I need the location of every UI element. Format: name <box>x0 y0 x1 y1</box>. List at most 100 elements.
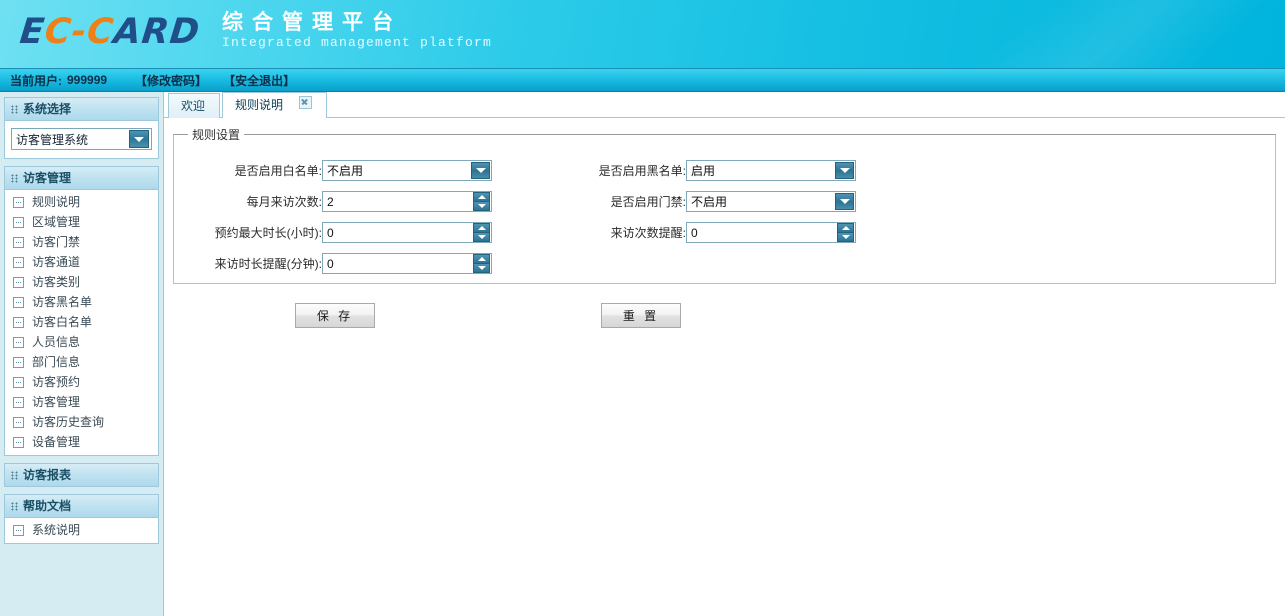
sidebar-item-device-management[interactable]: 设备管理 <box>5 432 158 452</box>
sidebar-item-rule-description[interactable]: 规则说明 <box>5 192 158 212</box>
visitor-management-nav-list: 规则说明 区域管理 访客门禁 访客通道 访客类别 访客黑名单 访客白名单 人员信… <box>5 190 158 455</box>
bullet-box-icon <box>13 336 24 348</box>
visitor-management-panel: 访客管理 规则说明 区域管理 访客门禁 访客通道 访客类别 访客黑名单 访客白名… <box>4 166 159 456</box>
content-area: 欢迎 规则说明 规则设置 是否启用白名单: 不启用 是否启用黑名单: 启用 每月… <box>164 92 1285 616</box>
input-visit-count-reminder-value: 0 <box>691 225 698 240</box>
sidebar-item-label: 访客类别 <box>32 275 81 289</box>
bullet-box-icon <box>13 376 24 388</box>
visitor-report-panel-title: 访客报表 <box>23 468 72 482</box>
grip-icon <box>11 104 18 114</box>
close-icon[interactable] <box>299 96 313 109</box>
select-enable-blacklist[interactable]: 启用 <box>686 160 856 181</box>
sidebar-item-label: 设备管理 <box>32 435 81 449</box>
sidebar-item-visitor-reservation[interactable]: 访客预约 <box>5 372 158 392</box>
select-enable-whitelist[interactable]: 不启用 <box>322 160 492 181</box>
form-row-monthly-visits-access: 每月来访次数: 2 是否启用门禁: 不启用 <box>184 186 1265 217</box>
current-user-label: 当前用户: <box>10 73 62 88</box>
form-row-whitelist-blacklist: 是否启用白名单: 不启用 是否启用黑名单: 启用 <box>184 155 1265 186</box>
help-document-panel-title: 帮助文档 <box>23 499 72 513</box>
spinner-down-icon[interactable] <box>473 233 490 242</box>
sidebar-item-label: 访客黑名单 <box>32 295 93 309</box>
input-monthly-visit-count[interactable]: 2 <box>322 191 492 212</box>
system-select-dropdown[interactable]: 访客管理系统 <box>11 128 152 150</box>
bullet-box-icon <box>13 196 24 208</box>
bullet-box-icon <box>13 396 24 408</box>
spinner-visit-count-reminder[interactable] <box>837 223 854 242</box>
sidebar-item-label: 系统说明 <box>32 523 81 537</box>
input-max-reservation-duration-value: 0 <box>327 225 334 240</box>
app-title-english: Integrated management platform <box>222 35 493 50</box>
visitor-report-panel[interactable]: 访客报表 <box>4 463 159 487</box>
sidebar-item-visitor-blacklist[interactable]: 访客黑名单 <box>5 292 158 312</box>
save-button[interactable]: 保 存 <box>295 303 375 328</box>
logout-link[interactable]: 【安全退出】 <box>223 72 295 89</box>
spinner-down-icon[interactable] <box>473 202 490 211</box>
sidebar-item-system-description[interactable]: 系统说明 <box>5 520 158 540</box>
bullet-box-icon <box>13 256 24 268</box>
select-enable-blacklist-value: 启用 <box>691 164 716 178</box>
form-row-visit-duration-reminder: 来访时长提醒(分钟): 0 <box>184 248 1265 279</box>
help-document-panel-header[interactable]: 帮助文档 <box>5 495 158 518</box>
select-enable-whitelist-value: 不启用 <box>327 164 364 178</box>
sidebar-item-personnel-info[interactable]: 人员信息 <box>5 332 158 352</box>
sidebar-item-label: 访客历史查询 <box>32 415 105 429</box>
sidebar-item-label: 访客门禁 <box>32 235 81 249</box>
input-max-reservation-duration[interactable]: 0 <box>322 222 492 243</box>
system-select-panel-header: 系统选择 <box>5 98 158 121</box>
sidebar-item-visitor-access[interactable]: 访客门禁 <box>5 232 158 252</box>
label-max-reservation-duration: 预约最大时长(小时): <box>214 226 322 240</box>
spinner-visit-duration-reminder[interactable] <box>473 254 490 273</box>
sidebar-item-department-info[interactable]: 部门信息 <box>5 352 158 372</box>
select-enable-access-control[interactable]: 不启用 <box>686 191 856 212</box>
form-row-max-duration-visit-alert: 预约最大时长(小时): 0 来访次数提醒: 0 <box>184 217 1265 248</box>
bullet-box-icon <box>13 416 24 428</box>
bullet-box-icon <box>13 216 24 228</box>
chevron-down-icon[interactable] <box>129 130 149 148</box>
system-select-value: 访客管理系统 <box>16 132 89 147</box>
app-title-chinese: 综合管理平台 <box>222 10 402 34</box>
sidebar-item-visitor-whitelist[interactable]: 访客白名单 <box>5 312 158 332</box>
chevron-down-icon[interactable] <box>471 162 490 179</box>
change-password-link[interactable]: 【修改密码】 <box>135 72 207 89</box>
tab-welcome[interactable]: 欢迎 <box>168 93 221 118</box>
bullet-box-icon <box>13 524 24 536</box>
bullet-box-icon <box>13 316 24 328</box>
input-visit-count-reminder[interactable]: 0 <box>686 222 856 243</box>
spinner-up-icon[interactable] <box>473 223 490 233</box>
chevron-down-icon[interactable] <box>835 193 854 210</box>
grip-icon <box>11 470 18 480</box>
tab-rule-description[interactable]: 规则说明 <box>222 92 328 118</box>
sidebar-item-label: 访客白名单 <box>32 315 93 329</box>
spinner-down-icon[interactable] <box>473 264 490 273</box>
spinner-down-icon[interactable] <box>837 233 854 242</box>
label-monthly-visit-count: 每月来访次数: <box>246 195 322 209</box>
spinner-monthly-visit-count[interactable] <box>473 192 490 211</box>
main-layout: 系统选择 访客管理系统 访客管理 规则说明 区域管理 访客门禁 访客通道 访客类… <box>0 92 1285 616</box>
grip-icon <box>11 501 18 511</box>
chevron-down-icon[interactable] <box>835 162 854 179</box>
spinner-max-reservation-duration[interactable] <box>473 223 490 242</box>
label-enable-access-control: 是否启用门禁: <box>610 195 686 209</box>
visitor-report-panel-header[interactable]: 访客报表 <box>5 464 158 486</box>
spinner-up-icon[interactable] <box>473 254 490 264</box>
tab-label: 规则说明 <box>235 98 284 112</box>
sidebar-item-visitor-channel[interactable]: 访客通道 <box>5 252 158 272</box>
spinner-up-icon[interactable] <box>837 223 854 233</box>
label-enable-blacklist: 是否启用黑名单: <box>598 164 686 178</box>
sidebar-item-label: 访客预约 <box>32 375 81 389</box>
reset-button[interactable]: 重 置 <box>601 303 681 328</box>
sidebar-item-area-management[interactable]: 区域管理 <box>5 212 158 232</box>
sidebar-item-visitor-history-query[interactable]: 访客历史查询 <box>5 412 158 432</box>
sidebar-item-visitor-management[interactable]: 访客管理 <box>5 392 158 412</box>
input-visit-duration-reminder-value: 0 <box>327 256 334 271</box>
current-user-value: 999999 <box>67 73 108 87</box>
help-document-nav-list: 系统说明 <box>5 518 158 543</box>
spinner-up-icon[interactable] <box>473 192 490 202</box>
sidebar-item-label: 访客通道 <box>32 255 81 269</box>
sidebar-item-label: 规则说明 <box>32 195 81 209</box>
input-visit-duration-reminder[interactable]: 0 <box>322 253 492 274</box>
app-title-block: 综合管理平台 Integrated management platform <box>222 9 492 51</box>
sidebar-item-visitor-category[interactable]: 访客类别 <box>5 272 158 292</box>
rule-description-pane: 规则设置 是否启用白名单: 不启用 是否启用黑名单: 启用 每月来访次数: 2 … <box>164 118 1285 328</box>
system-select-panel-body: 访客管理系统 <box>5 121 158 158</box>
